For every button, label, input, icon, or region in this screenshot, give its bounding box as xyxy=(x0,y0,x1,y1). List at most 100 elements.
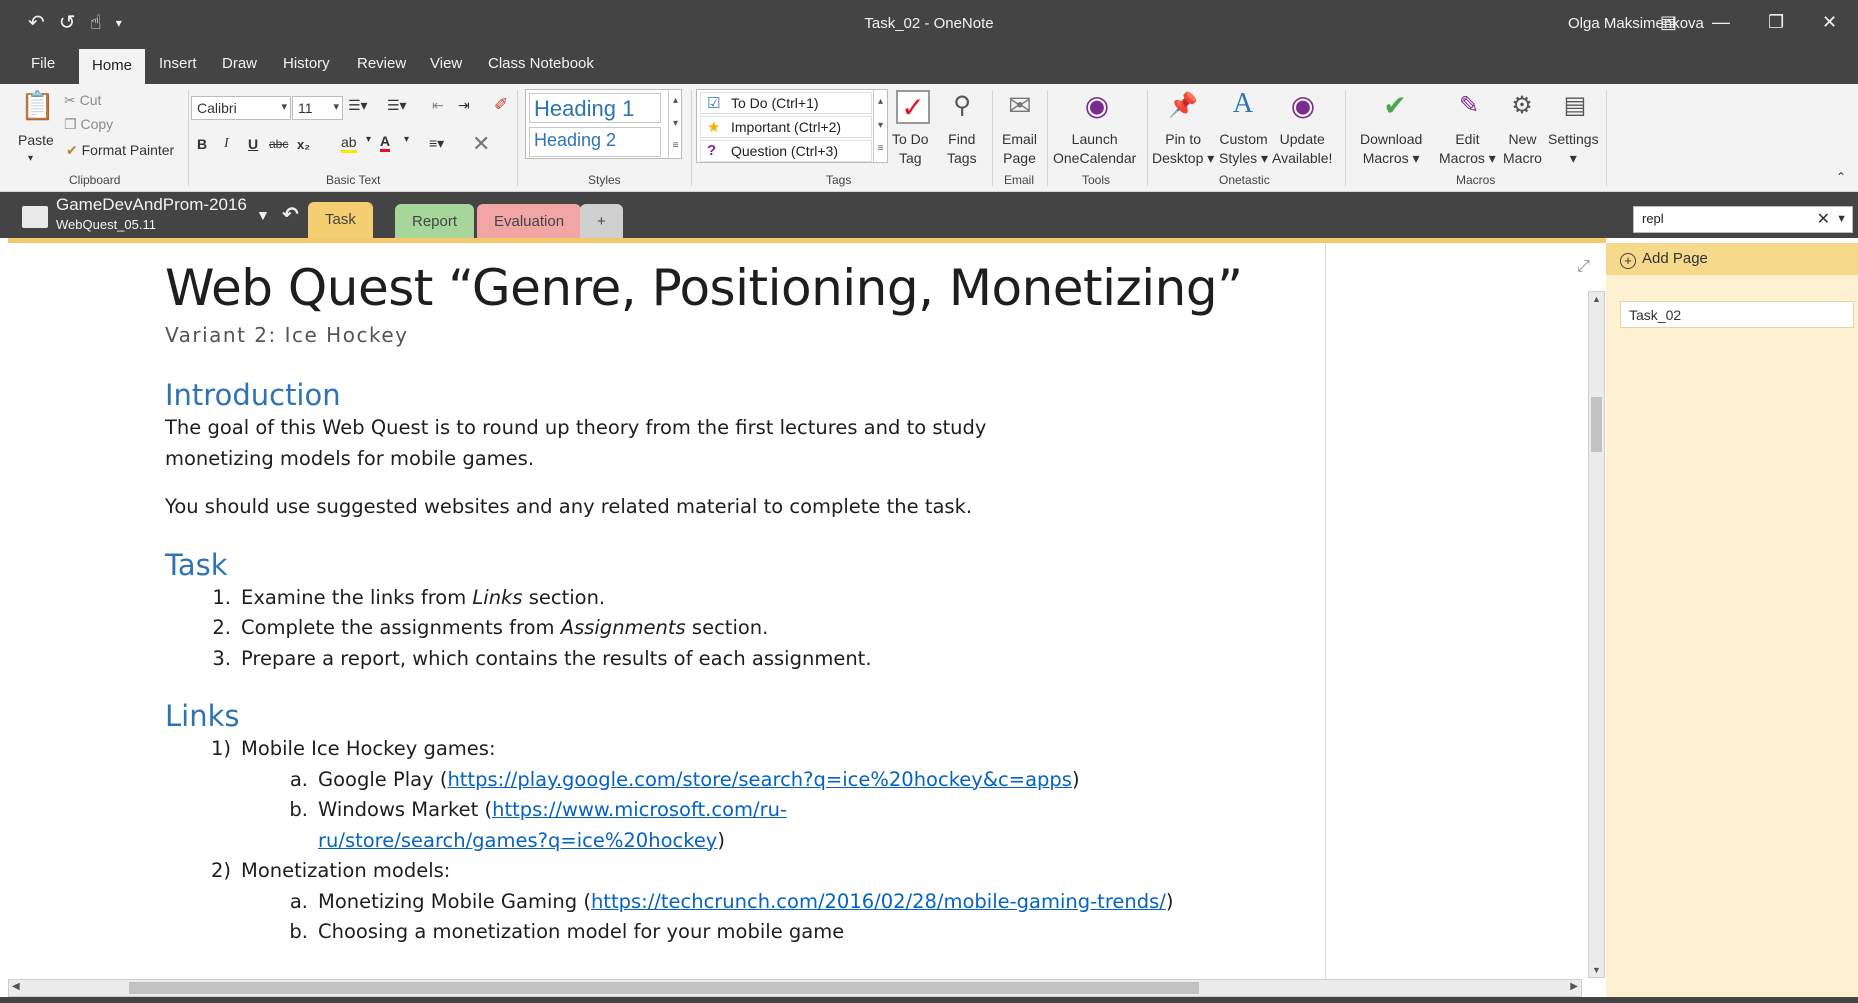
tab-home[interactable]: Home xyxy=(79,49,146,84)
custom-styles-icon[interactable]: A xyxy=(1225,88,1261,120)
minimize-icon[interactable]: — xyxy=(1712,12,1730,33)
chevron-down-icon[interactable]: ▾ xyxy=(874,114,887,138)
search-input[interactable]: repl ✕ ▼ xyxy=(1633,206,1853,233)
find-tags-button[interactable]: Find Tags xyxy=(947,130,977,168)
increase-indent-icon[interactable]: ⇥ xyxy=(458,97,470,114)
ribbon-display-options-icon[interactable]: ▤ xyxy=(1660,12,1677,33)
underline-button[interactable]: U xyxy=(248,136,258,152)
tag-important[interactable]: ★ Important (Ctrl+2) xyxy=(700,116,872,138)
user-name[interactable]: Olga Maksimenkova xyxy=(1568,15,1704,32)
calendar-icon[interactable]: ◉ xyxy=(1080,90,1114,122)
subscript-button[interactable]: x₂ xyxy=(297,137,310,152)
page-subtitle[interactable]: Variant 2: Ice Hockey xyxy=(165,323,1315,347)
tab-history[interactable]: History xyxy=(283,55,330,72)
update-available-button[interactable]: Update Available! xyxy=(1272,130,1332,168)
strikethrough-button[interactable]: abc xyxy=(269,137,288,151)
new-macro-icon[interactable]: ⚙ xyxy=(1505,90,1539,122)
chevron-up-icon[interactable]: ▴ xyxy=(669,89,682,112)
close-icon[interactable]: ✕ xyxy=(1822,12,1837,33)
list-item[interactable]: 3. Prepare a report, which contains the r… xyxy=(212,644,1315,675)
delete-icon[interactable]: ✕ xyxy=(472,131,490,157)
horizontal-scrollbar[interactable]: ◀ ▶ xyxy=(8,979,1582,997)
highlight-icon[interactable]: ab xyxy=(341,134,357,153)
todo-tag-button[interactable]: To Do Tag xyxy=(892,130,929,168)
find-tags-icon[interactable]: ⚲ xyxy=(945,90,979,122)
techcrunch-link[interactable]: https://techcrunch.com/2016/02/28/mobile… xyxy=(591,890,1166,913)
list-item[interactable]: 2. Complete the assignments from Assignme… xyxy=(212,613,1315,644)
scroll-up-icon[interactable]: ▲ xyxy=(1590,294,1603,304)
windows-market-link[interactable]: ru/store/search/games?q=ice%20hockey xyxy=(318,829,717,852)
add-section-button[interactable]: + xyxy=(580,204,623,238)
settings-button[interactable]: Settings ▾ xyxy=(1548,130,1599,168)
list-item[interactable]: a. Monetizing Mobile Gaming (https://tech… xyxy=(290,887,1315,918)
new-macro-button[interactable]: New Macro xyxy=(1503,130,1542,168)
tag-todo[interactable]: ☑ To Do (Ctrl+1) xyxy=(700,92,872,114)
page-list-item[interactable]: Task_02 xyxy=(1620,301,1854,328)
page-title[interactable]: Web Quest “Genre, Positioning, Monetizin… xyxy=(165,257,1315,319)
intro-heading[interactable]: Introduction xyxy=(165,377,1315,413)
task-heading[interactable]: Task xyxy=(165,547,1315,583)
style-heading-2[interactable]: Heading 2 xyxy=(529,127,661,157)
email-page-button[interactable]: Email Page xyxy=(1002,130,1037,168)
navigate-back-icon[interactable]: ↶ xyxy=(282,202,299,227)
more-icon[interactable]: ≡ xyxy=(874,138,887,160)
format-painter-button[interactable]: ✔ Format Painter xyxy=(66,142,174,159)
pin-icon[interactable]: 📌 xyxy=(1166,90,1200,122)
chevron-down-icon[interactable]: ▾ xyxy=(281,100,287,113)
restore-icon[interactable]: ❐ xyxy=(1768,12,1784,33)
cut-button[interactable]: ✂ Cut xyxy=(64,92,101,109)
tag-question[interactable]: ? Question (Ctrl+3) xyxy=(700,140,872,162)
list-item[interactable]: b. Choosing a monetization model for your… xyxy=(289,917,1315,948)
section-tab-evaluation[interactable]: Evaluation xyxy=(477,204,582,238)
chevron-down-icon[interactable]: ▾ xyxy=(366,134,371,145)
paste-button[interactable]: Paste xyxy=(18,131,54,150)
notebook-dropdown-icon[interactable]: ▼ xyxy=(256,207,270,223)
bold-button[interactable]: B xyxy=(197,136,207,152)
tab-class-notebook[interactable]: Class Notebook xyxy=(488,55,594,72)
tab-insert[interactable]: Insert xyxy=(159,55,197,72)
tab-draw[interactable]: Draw xyxy=(222,55,257,72)
scroll-right-icon[interactable]: ▶ xyxy=(1570,981,1578,992)
email-icon[interactable]: ✉ xyxy=(1003,90,1037,122)
page-canvas[interactable]: Web Quest “Genre, Positioning, Monetizin… xyxy=(8,243,1324,979)
notebook-name[interactable]: GameDevAndProm-2016 xyxy=(56,195,247,215)
section-group-name[interactable]: WebQuest_05.11 xyxy=(56,217,156,232)
tab-review[interactable]: Review xyxy=(357,55,406,72)
style-heading-1[interactable]: Heading 1 xyxy=(529,93,661,123)
bullets-icon[interactable]: ☰▾ xyxy=(348,97,368,114)
paragraph-align-icon[interactable]: ≡▾ xyxy=(429,135,444,152)
add-page-button[interactable]: + Add Page xyxy=(1606,243,1858,275)
notebook-icon[interactable] xyxy=(22,206,48,228)
settings-icon[interactable]: ▤ xyxy=(1558,90,1592,122)
paste-icon[interactable]: 📋 xyxy=(20,90,55,122)
custom-styles-button[interactable]: Custom Styles ▾ xyxy=(1219,130,1268,168)
more-icon[interactable]: ≡ xyxy=(669,135,682,157)
tags-scroll[interactable]: ▴ ▾ ≡ xyxy=(873,90,887,162)
checkmark-icon[interactable]: ✓ xyxy=(896,90,930,124)
clear-search-icon[interactable]: ✕ xyxy=(1817,209,1830,229)
horizontal-scroll-thumb[interactable] xyxy=(129,982,1199,994)
edit-macros-button[interactable]: Edit Macros ▾ xyxy=(1439,130,1496,168)
list-item[interactable]: b. Windows Market (https://www.microsoft.… xyxy=(289,795,1315,856)
styles-scroll[interactable]: ▴ ▾ ≡ xyxy=(668,89,682,159)
update-icon[interactable]: ◉ xyxy=(1286,90,1320,122)
pin-to-desktop-button[interactable]: Pin to Desktop ▾ xyxy=(1152,130,1214,168)
intro-paragraph-2[interactable]: You should use suggested websites and an… xyxy=(165,492,1315,523)
font-size-combo[interactable]: 11 ▾ xyxy=(292,96,343,120)
numbering-icon[interactable]: ☰▾ xyxy=(387,97,407,114)
chevron-up-icon[interactable]: ▴ xyxy=(874,90,887,114)
decrease-indent-icon[interactable]: ⇤ xyxy=(432,97,444,114)
chevron-down-icon[interactable]: ▾ xyxy=(669,112,682,135)
list-item[interactable]: 2) Monetization models: xyxy=(211,856,1315,887)
links-heading[interactable]: Links xyxy=(165,698,1315,734)
vertical-scrollbar[interactable]: ▲ ▼ xyxy=(1588,291,1605,978)
clear-formatting-icon[interactable]: ✐ xyxy=(494,95,508,115)
download-macros-button[interactable]: Download Macros ▾ xyxy=(1360,130,1422,168)
font-color-button[interactable]: A xyxy=(380,133,391,152)
chevron-down-icon[interactable]: ▾ xyxy=(404,134,409,145)
paste-dropdown-icon[interactable]: ▾ xyxy=(28,149,33,168)
list-item[interactable]: a. Google Play (https://play.google.com/s… xyxy=(290,765,1315,796)
tab-file[interactable]: File xyxy=(31,55,55,72)
download-macros-icon[interactable]: ✔ xyxy=(1378,90,1412,122)
scroll-down-icon[interactable]: ▼ xyxy=(1590,965,1603,975)
